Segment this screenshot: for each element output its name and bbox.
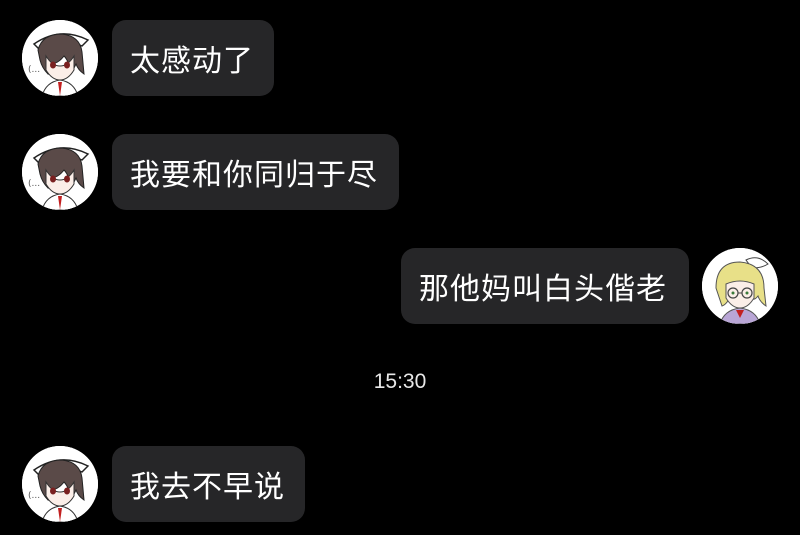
message-bubble-sent[interactable]: 那他妈叫白头偕老 (401, 248, 689, 324)
blonde-glasses-girl-avatar-icon[interactable] (702, 248, 778, 324)
brown-hair-girl-avatar-icon[interactable] (22, 134, 98, 210)
message-bubble-received[interactable]: 太感动了 (112, 20, 274, 96)
brown-hair-girl-avatar-icon[interactable] (22, 446, 98, 522)
message-text: 我要和你同归于尽 (130, 158, 378, 193)
timestamp: 15:30 (373, 370, 427, 393)
message-bubble-received[interactable]: 我要和你同归于尽 (112, 134, 399, 210)
message-bubble-received[interactable]: 我去不早说 (112, 446, 305, 522)
message-text: 太感动了 (130, 44, 254, 79)
brown-hair-girl-avatar-icon[interactable] (22, 20, 98, 96)
message-text: 那他妈叫白头偕老 (419, 272, 667, 307)
message-text: 我去不早说 (130, 470, 285, 505)
